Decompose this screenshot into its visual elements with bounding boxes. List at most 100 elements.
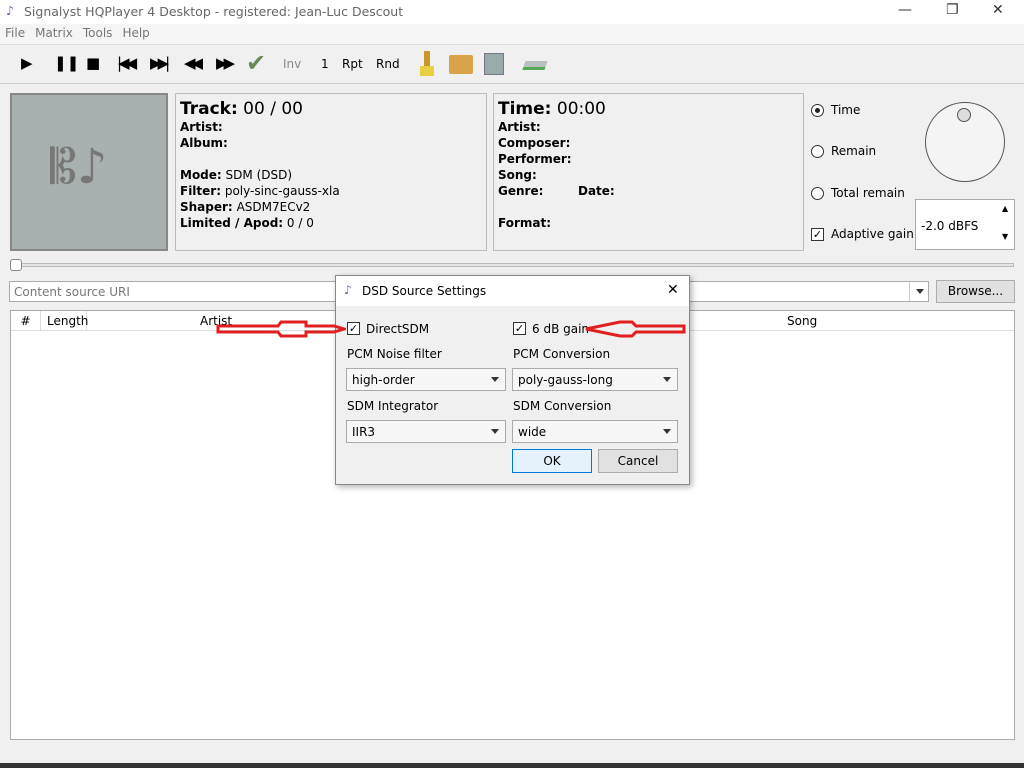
menu-file[interactable]: File	[0, 24, 30, 42]
app-icon: ♪	[344, 283, 352, 297]
sdm-integrator-select[interactable]: IIR3	[346, 420, 506, 443]
track-info-panel: Track: 00 / 00 Artist: Album: Mode: SDM …	[175, 93, 487, 251]
radio-remain-label: Remain	[831, 144, 877, 158]
track-label: Track:	[180, 99, 238, 119]
checkmark-icon[interactable]: ✔	[246, 49, 266, 77]
music-clef-icon: 𝄡♪	[50, 139, 108, 195]
radio-remain[interactable]	[811, 145, 824, 158]
column-length[interactable]: Length	[41, 311, 88, 331]
brush-icon[interactable]	[424, 51, 430, 67]
6db-gain-checkbox[interactable]: ✓	[513, 322, 526, 335]
sdm-integrator-label: SDM Integrator	[347, 399, 439, 413]
maximize-button[interactable]: ❐	[946, 2, 959, 18]
radio-total-remain[interactable]	[811, 187, 824, 200]
spin-down-icon[interactable]: ▼	[1002, 232, 1008, 241]
chevron-down-icon	[491, 429, 499, 434]
radio-total-remain-label: Total remain	[831, 186, 905, 200]
minimize-button[interactable]: —	[898, 2, 912, 18]
album-art: 𝄡♪	[10, 93, 168, 251]
pause-icon[interactable]: ❚❚	[54, 54, 79, 72]
annotation-arrow-directsdm	[216, 320, 346, 338]
brush-icon-head	[420, 66, 434, 76]
sdm-conversion-label: SDM Conversion	[513, 399, 612, 413]
time-label: Time:	[498, 99, 552, 119]
format-label: Format:	[498, 216, 552, 230]
track-value: 00 / 00	[243, 99, 303, 119]
title-bar: ♪ Signalyst HQPlayer 4 Desktop - registe…	[0, 0, 1024, 24]
stop-icon[interactable]: ■	[86, 54, 100, 72]
time-value: 00:00	[556, 99, 606, 119]
time-info-panel: Time: 00:00 Artist: Composer: Performer:…	[493, 93, 804, 251]
album-label: Album:	[180, 136, 228, 150]
directsdm-checkbox[interactable]: ✓	[347, 322, 360, 335]
sdm-conversion-select[interactable]: wide	[512, 420, 678, 443]
app-icon: ♪	[6, 3, 14, 18]
dialog-title-bar: ♪ DSD Source Settings ✕	[336, 276, 689, 306]
open-folder-icon[interactable]	[449, 55, 473, 74]
ok-button[interactable]: OK	[512, 449, 592, 473]
volume-dial[interactable]	[925, 102, 1005, 182]
shaper-value: ASDM7ECv2	[236, 200, 311, 214]
artist-label: Artist:	[498, 120, 541, 134]
genre-label: Genre:	[498, 184, 544, 198]
menu-bar: File Matrix Tools Help	[0, 24, 1024, 44]
repeat-button[interactable]: Rpt	[342, 57, 363, 71]
window-title: Signalyst HQPlayer 4 Desktop - registere…	[24, 4, 404, 19]
chevron-down-icon	[663, 377, 671, 382]
shaper-label: Shaper:	[180, 200, 233, 214]
save-icon[interactable]	[484, 53, 504, 75]
limited-value: 0 / 0	[286, 216, 314, 230]
cancel-button[interactable]: Cancel	[598, 449, 678, 473]
column-song[interactable]: Song	[787, 311, 817, 331]
seek-slider[interactable]	[10, 263, 1014, 267]
browse-button[interactable]: Browse...	[936, 280, 1015, 303]
chevron-down-icon[interactable]	[909, 282, 929, 301]
dialog-close-icon[interactable]: ✕	[667, 282, 679, 298]
spin-up-icon[interactable]: ▲	[1002, 204, 1008, 213]
next-icon[interactable]: ▶▶|	[150, 54, 170, 72]
adaptive-gain-label: Adaptive gain	[831, 227, 914, 241]
menu-matrix[interactable]: Matrix	[30, 24, 78, 42]
fast-forward-icon[interactable]: ▶▶	[216, 54, 235, 72]
close-button[interactable]: ✕	[992, 2, 1004, 18]
taskbar-edge	[0, 763, 1024, 768]
pcm-noise-filter-select[interactable]: high-order	[346, 368, 506, 391]
menu-tools[interactable]: Tools	[78, 24, 118, 42]
dsd-source-settings-dialog: ♪ DSD Source Settings ✕ ✓ DirectSDM ✓ 6 …	[335, 275, 690, 485]
pcm-noise-filter-label: PCM Noise filter	[347, 347, 442, 361]
filter-value: poly-sinc-gauss-xla	[224, 184, 340, 198]
composer-label: Composer:	[498, 136, 571, 150]
seek-slider-handle[interactable]	[10, 259, 22, 271]
rewind-icon[interactable]: ◀◀	[184, 54, 203, 72]
pcm-conversion-value: poly-gauss-long	[518, 373, 613, 387]
sdm-integrator-value: IIR3	[352, 425, 376, 439]
drive-icon[interactable]	[522, 61, 548, 70]
pcm-conversion-select[interactable]: poly-gauss-long	[512, 368, 678, 391]
song-label: Song:	[498, 168, 537, 182]
content-source-placeholder: Content source URI	[14, 285, 130, 299]
previous-icon[interactable]: |◀◀	[117, 54, 137, 72]
artist-label: Artist:	[180, 120, 223, 134]
gain-spinbox[interactable]: -2.0 dBFS ▲ ▼	[915, 199, 1015, 250]
invert-button[interactable]: Inv	[283, 57, 301, 71]
6db-gain-label: 6 dB gain	[532, 322, 590, 336]
gain-value: -2.0 dBFS	[921, 219, 979, 233]
radio-time[interactable]	[811, 104, 824, 117]
play-icon[interactable]: ▶	[21, 54, 33, 72]
pcm-conversion-label: PCM Conversion	[513, 347, 611, 361]
performer-label: Performer:	[498, 152, 572, 166]
chevron-down-icon	[663, 429, 671, 434]
random-button[interactable]: Rnd	[376, 57, 400, 71]
dialog-title: DSD Source Settings	[362, 284, 487, 298]
adaptive-gain-checkbox[interactable]: ✓	[811, 228, 824, 241]
radio-time-label: Time	[831, 103, 861, 117]
toolbar: ▶ ❚❚ ■ |◀◀ ▶▶| ◀◀ ▶▶ ✔ Inv 1 Rpt Rnd	[0, 44, 1024, 84]
mode-value: SDM (DSD)	[225, 168, 293, 182]
repeat-one-button[interactable]: 1	[321, 57, 329, 71]
column-number[interactable]: #	[11, 311, 41, 331]
chevron-down-icon	[491, 377, 499, 382]
date-label: Date:	[578, 184, 615, 198]
filter-label: Filter:	[180, 184, 222, 198]
menu-help[interactable]: Help	[117, 24, 154, 42]
annotation-arrow-6db-gain	[585, 320, 686, 338]
